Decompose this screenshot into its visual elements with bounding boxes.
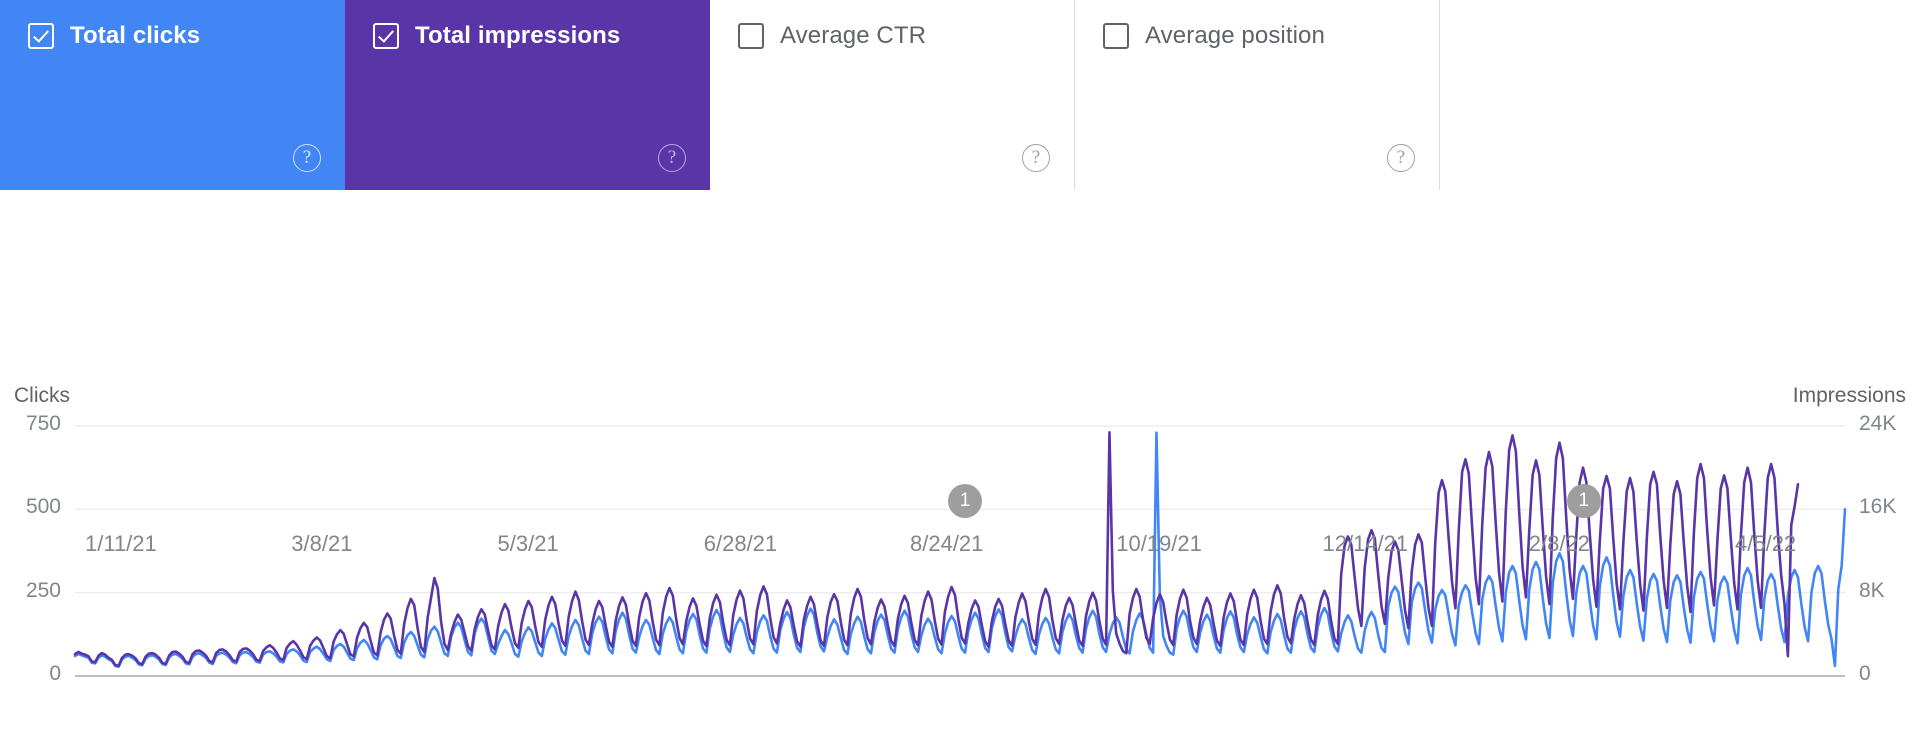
tab-total-clicks-label: Total clicks <box>70 22 201 49</box>
tab-total-impressions-label: Total impressions <box>415 22 621 49</box>
y-tick-left-0: 0 <box>49 662 61 685</box>
tab-total-clicks[interactable]: Total clicks ? <box>0 0 345 190</box>
y-tick-left-2: 500 <box>25 495 61 519</box>
chart-canvas <box>73 425 1847 677</box>
y-tick-left-3: 750 <box>25 412 61 435</box>
help-icon-average-position[interactable]: ? <box>1387 144 1415 172</box>
help-icon-total-impressions[interactable]: ? <box>658 144 686 172</box>
help-icon-total-clicks[interactable]: ? <box>293 144 321 172</box>
tab-total-clicks-head: Total clicks <box>0 0 345 50</box>
metric-tab-strip: Total clicks ? Total impressions ? Avera… <box>0 0 1440 190</box>
tab-average-position-head: Average position <box>1075 0 1439 50</box>
annotation-badge-1[interactable]: 1 <box>1566 484 1601 518</box>
tab-average-ctr-head: Average CTR <box>710 0 1074 50</box>
y-tick-right-3: 24K <box>1859 412 1897 435</box>
checkbox-total-impressions[interactable] <box>373 23 399 49</box>
tab-total-impressions[interactable]: Total impressions ? <box>345 0 710 190</box>
checkbox-average-ctr[interactable] <box>738 23 764 49</box>
tab-average-ctr[interactable]: Average CTR ? <box>710 0 1075 190</box>
annotation-badge-0[interactable]: 1 <box>948 484 982 518</box>
x-tick-3: 6/28/21 <box>703 531 778 556</box>
x-tick-5: 10/19/21 <box>1116 531 1202 556</box>
tab-average-position-label: Average position <box>1145 22 1325 49</box>
x-tick-8: 4/5/22 <box>1735 531 1797 556</box>
checkbox-average-position[interactable] <box>1103 23 1129 49</box>
x-tick-0: 1/11/21 <box>85 531 157 556</box>
x-tick-1: 3/8/21 <box>291 531 353 556</box>
y-tick-right-0: 0 <box>1859 662 1871 685</box>
tab-average-ctr-label: Average CTR <box>780 22 927 49</box>
performance-chart: Clicks Impressions 0 0 250 8K 500 16K 750 24K 1/… <box>0 190 1920 733</box>
tab-average-position[interactable]: Average position ? <box>1075 0 1440 190</box>
x-tick-7: 2/8/22 <box>1528 531 1590 556</box>
x-tick-4: 8/24/21 <box>910 531 984 556</box>
tab-total-impressions-head: Total impressions <box>345 0 710 50</box>
help-icon-average-ctr[interactable]: ? <box>1022 144 1050 172</box>
checkbox-total-clicks[interactable] <box>28 23 54 49</box>
x-tick-6: 12/14/21 <box>1322 531 1409 556</box>
x-tick-2: 5/3/21 <box>497 531 559 556</box>
y-tick-left-1: 250 <box>25 578 61 602</box>
y-tick-right-2: 16K <box>1859 495 1897 519</box>
y-tick-right-1: 8K <box>1859 578 1885 602</box>
